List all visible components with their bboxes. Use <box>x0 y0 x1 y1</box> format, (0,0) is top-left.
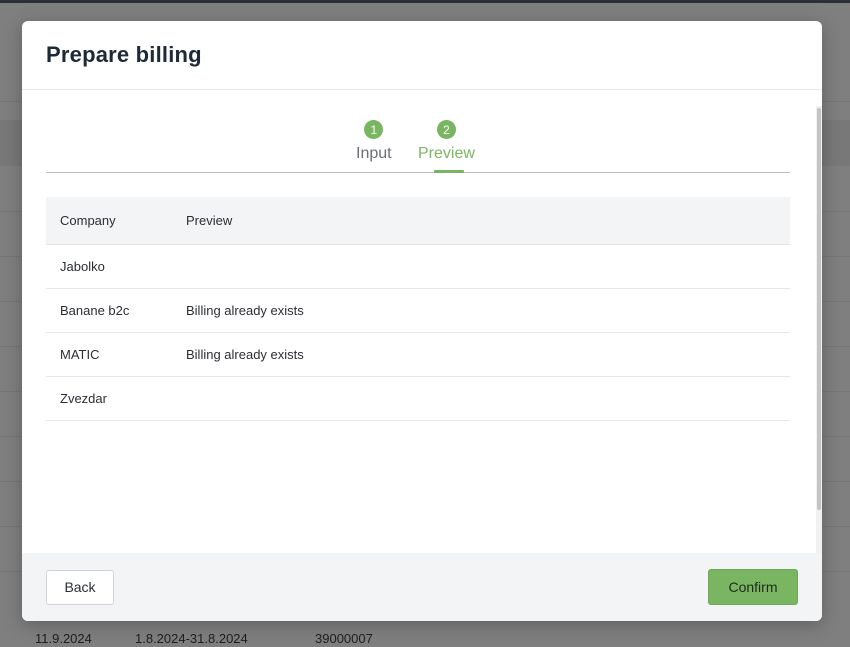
scrollbar-thumb[interactable] <box>817 108 821 510</box>
preview-cell: Billing already exists <box>186 347 304 362</box>
company-cell: Jabolko <box>60 259 105 274</box>
table-row: Jabolko <box>46 245 790 289</box>
company-cell: Zvezdar <box>60 391 107 406</box>
step-number: 2 <box>436 120 456 139</box>
step-number: 1 <box>364 120 384 139</box>
stepper: 1 Input 2 Preview <box>46 90 790 173</box>
table-row: MATIC Billing already exists <box>46 333 790 377</box>
background-row-number: 39000007 <box>315 631 373 646</box>
company-cell: Banane b2c <box>60 303 130 318</box>
step-label: Input <box>356 145 392 162</box>
company-cell: MATIC <box>60 347 100 362</box>
preview-table: Company Preview Jabolko Banane b2c Billi… <box>46 197 790 421</box>
dialog-header: Prepare billing <box>22 21 822 90</box>
table-row: Zvezdar <box>46 377 790 421</box>
dialog-title: Prepare billing <box>46 42 202 67</box>
dialog-body: 1 Input 2 Preview Company Preview Jabolk… <box>22 90 822 553</box>
step-input[interactable]: 1 Input <box>356 120 392 163</box>
background-row-date: 11.9.2024 <box>35 631 92 646</box>
background-row-period: 1.8.2024-31.8.2024 <box>135 631 248 646</box>
preview-cell: Billing already exists <box>186 303 304 318</box>
active-step-indicator <box>434 170 464 173</box>
column-header-preview: Preview <box>186 213 233 228</box>
table-header-row: Company Preview <box>46 197 790 245</box>
prepare-billing-dialog: Prepare billing 1 Input 2 Preview Compan… <box>22 21 822 621</box>
background-topbar <box>0 0 850 3</box>
step-preview[interactable]: 2 Preview <box>418 120 475 163</box>
step-label: Preview <box>418 145 475 162</box>
confirm-button[interactable]: Confirm <box>708 569 798 605</box>
table-row: Banane b2c Billing already exists <box>46 289 790 333</box>
back-button[interactable]: Back <box>46 569 114 605</box>
column-header-company: Company <box>60 213 116 228</box>
dialog-footer: Back Confirm <box>22 553 822 621</box>
